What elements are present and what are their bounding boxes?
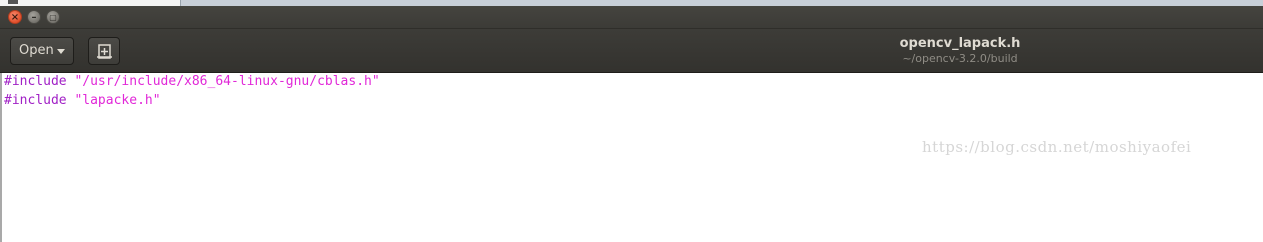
chevron-down-icon [57, 49, 65, 54]
open-button-label: Open [19, 43, 54, 58]
document-title-block: opencv_lapack.h ~/opencv-3.2.0/build [860, 35, 1060, 66]
window-title-bar[interactable]: × – ▢ [0, 6, 1263, 29]
include-path-string: "lapacke.h" [74, 93, 161, 108]
include-directive: #include [4, 93, 67, 108]
text-editor-area[interactable]: #include "/usr/include/x86_64-linux-gnu/… [0, 73, 1263, 242]
header-bar: Open opencv_lapack.h ~/opencv-3.2.0/buil… [0, 29, 1263, 73]
include-path-string: "/usr/include/x86_64-linux-gnu/cblas.h" [74, 74, 380, 89]
new-document-icon [97, 44, 112, 59]
code-line[interactable]: #include "/usr/include/x86_64-linux-gnu/… [4, 73, 380, 91]
blog-watermark: https://blog.csdn.net/moshiyaofei [922, 138, 1192, 156]
close-icon: × [10, 12, 20, 23]
minimize-window-button[interactable]: – [27, 10, 41, 24]
include-directive: #include [4, 74, 67, 89]
maximize-window-button[interactable]: ▢ [46, 10, 60, 24]
minimize-icon: – [31, 12, 37, 23]
document-path: ~/opencv-3.2.0/build [902, 52, 1018, 65]
background-document-icon [8, 0, 18, 4]
code-line[interactable]: #include "lapacke.h" [4, 92, 161, 110]
document-title: opencv_lapack.h [899, 36, 1021, 51]
new-document-button[interactable] [88, 37, 120, 65]
open-button[interactable]: Open [10, 37, 74, 65]
maximize-icon: ▢ [49, 13, 57, 22]
close-window-button[interactable]: × [8, 10, 22, 24]
